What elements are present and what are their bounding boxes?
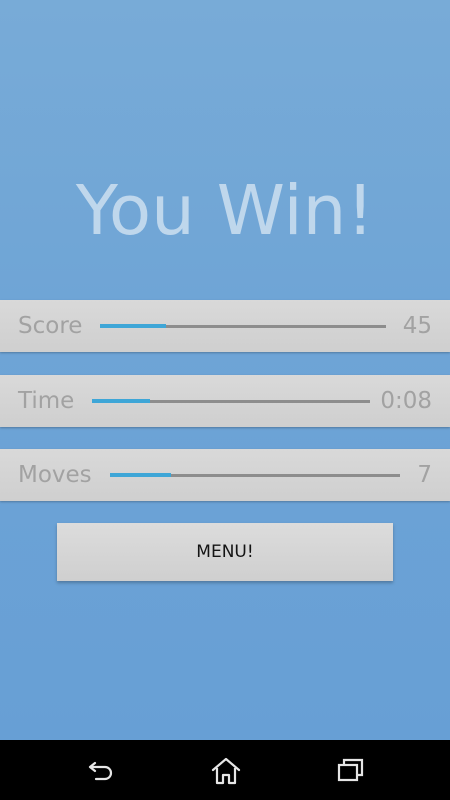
win-title: You Win!: [75, 171, 375, 251]
home-icon: [211, 757, 241, 785]
moves-value: 7: [417, 462, 432, 488]
time-progress-bar: [92, 399, 370, 403]
back-button[interactable]: [71, 750, 131, 790]
score-progress-fill: [100, 324, 166, 328]
moves-progress-bar: [110, 473, 400, 477]
moves-progress-fill: [110, 473, 171, 477]
score-row: Score 45: [0, 300, 450, 352]
moves-label: Moves: [18, 462, 92, 488]
game-over-screen: You Win! Score 45 Time 0:08 Moves 7 MENU…: [0, 0, 450, 740]
score-progress-bar: [100, 324, 386, 328]
time-progress-fill: [92, 399, 151, 403]
back-arrow-icon: [88, 761, 113, 781]
recent-apps-icon: [337, 758, 364, 782]
system-nav-bar: [0, 740, 450, 800]
time-value: 0:08: [380, 388, 432, 414]
score-label: Score: [18, 313, 83, 339]
home-button[interactable]: [195, 750, 255, 790]
time-row: Time 0:08: [0, 375, 450, 427]
moves-row: Moves 7: [0, 449, 450, 501]
recent-apps-button[interactable]: [320, 750, 380, 790]
menu-button[interactable]: MENU!: [57, 523, 393, 581]
score-value: 45: [402, 313, 432, 339]
time-label: Time: [18, 388, 75, 414]
